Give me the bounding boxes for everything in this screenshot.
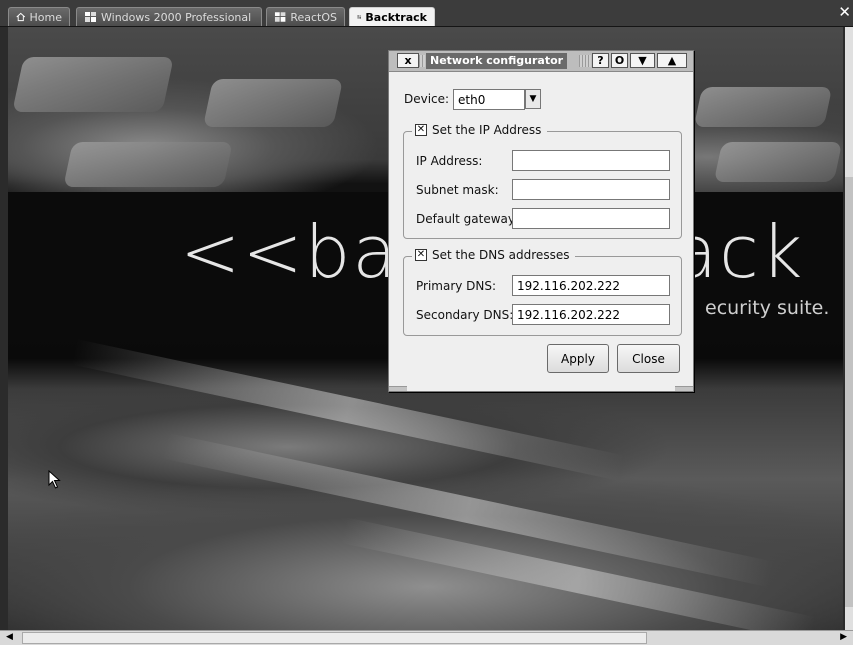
default-gateway-field[interactable] — [512, 208, 670, 229]
secondary-dns-field[interactable] — [512, 304, 670, 325]
resize-handle-left[interactable] — [389, 386, 407, 391]
dialog-close-icon[interactable]: x — [397, 53, 419, 68]
help-icon[interactable]: ? — [592, 53, 609, 68]
vertical-scroll-thumb[interactable] — [845, 177, 853, 607]
set-dns-checkbox[interactable]: ✕ — [415, 249, 427, 261]
wallpaper-key — [202, 79, 344, 127]
vm-icon — [357, 15, 362, 19]
tab-windows-2000[interactable]: Windows 2000 Professional — [76, 7, 262, 26]
network-configurator-dialog: x Network configurator ? O ▼ ▲ Device: ▼… — [388, 50, 694, 392]
minimize-icon[interactable]: ▼ — [630, 53, 655, 68]
default-gateway-label: Default gateway: — [416, 212, 519, 226]
ip-group-legend: ✕ Set the IP Address — [412, 123, 548, 137]
set-ip-label: Set the IP Address — [432, 123, 542, 137]
tab-label: Home — [29, 10, 62, 24]
dialog-title: Network configurator — [426, 53, 568, 69]
ip-address-field[interactable] — [512, 150, 670, 171]
mouse-cursor-icon — [48, 470, 61, 489]
close-tab-icon[interactable]: ✕ — [838, 5, 851, 20]
device-combo-input[interactable] — [453, 89, 525, 110]
wallpaper-key — [12, 57, 174, 112]
maximize-icon[interactable]: O — [611, 53, 628, 68]
subnet-mask-label: Subnet mask: — [416, 183, 499, 197]
set-dns-label: Set the DNS addresses — [432, 248, 570, 262]
tab-label: Backtrack — [365, 10, 427, 24]
vm-tab-bar: Home Windows 2000 Professional ReactOS B… — [0, 0, 853, 27]
primary-dns-field[interactable] — [512, 275, 670, 296]
tab-label: Windows 2000 Professional — [101, 10, 252, 24]
horizontal-scroll-thumb[interactable] — [22, 632, 647, 644]
scroll-right-icon[interactable]: ▶ — [840, 632, 847, 642]
device-label: Device: — [404, 92, 450, 106]
wallpaper-key — [63, 142, 233, 187]
vm-icon — [274, 12, 286, 22]
set-ip-checkbox[interactable]: ✕ — [415, 124, 427, 136]
ip-address-label: IP Address: — [416, 154, 483, 168]
titlebar-grip — [579, 55, 591, 67]
apply-button[interactable]: Apply — [547, 344, 609, 373]
primary-dns-label: Primary DNS: — [416, 279, 497, 293]
scroll-left-icon[interactable]: ◀ — [6, 632, 13, 642]
tab-backtrack[interactable]: Backtrack — [349, 7, 435, 26]
tab-label: ReactOS — [290, 10, 337, 24]
titlebar-grip — [419, 55, 425, 67]
backtrack-tagline: ecurity suite. — [705, 297, 830, 319]
tab-reactos[interactable]: ReactOS — [266, 7, 345, 26]
wallpaper-key — [693, 87, 833, 127]
secondary-dns-label: Secondary DNS: — [416, 308, 514, 322]
dns-group-legend: ✕ Set the DNS addresses — [412, 248, 576, 262]
vertical-scrollbar[interactable] — [845, 27, 853, 630]
dialog-titlebar[interactable]: x Network configurator ? O ▼ ▲ — [389, 51, 693, 72]
home-icon — [16, 12, 26, 22]
shade-icon[interactable]: ▲ — [657, 53, 687, 68]
horizontal-scrollbar[interactable]: ◀ ▶ — [0, 630, 853, 645]
wallpaper-key — [713, 142, 843, 182]
backtrack-logo-left: <<ba — [180, 210, 399, 294]
resize-handle-right[interactable] — [675, 386, 693, 391]
close-button[interactable]: Close — [617, 344, 680, 373]
tab-home[interactable]: Home — [8, 7, 70, 26]
subnet-mask-field[interactable] — [512, 179, 670, 200]
chevron-down-icon[interactable]: ▼ — [525, 89, 541, 109]
vm-icon — [85, 12, 96, 22]
